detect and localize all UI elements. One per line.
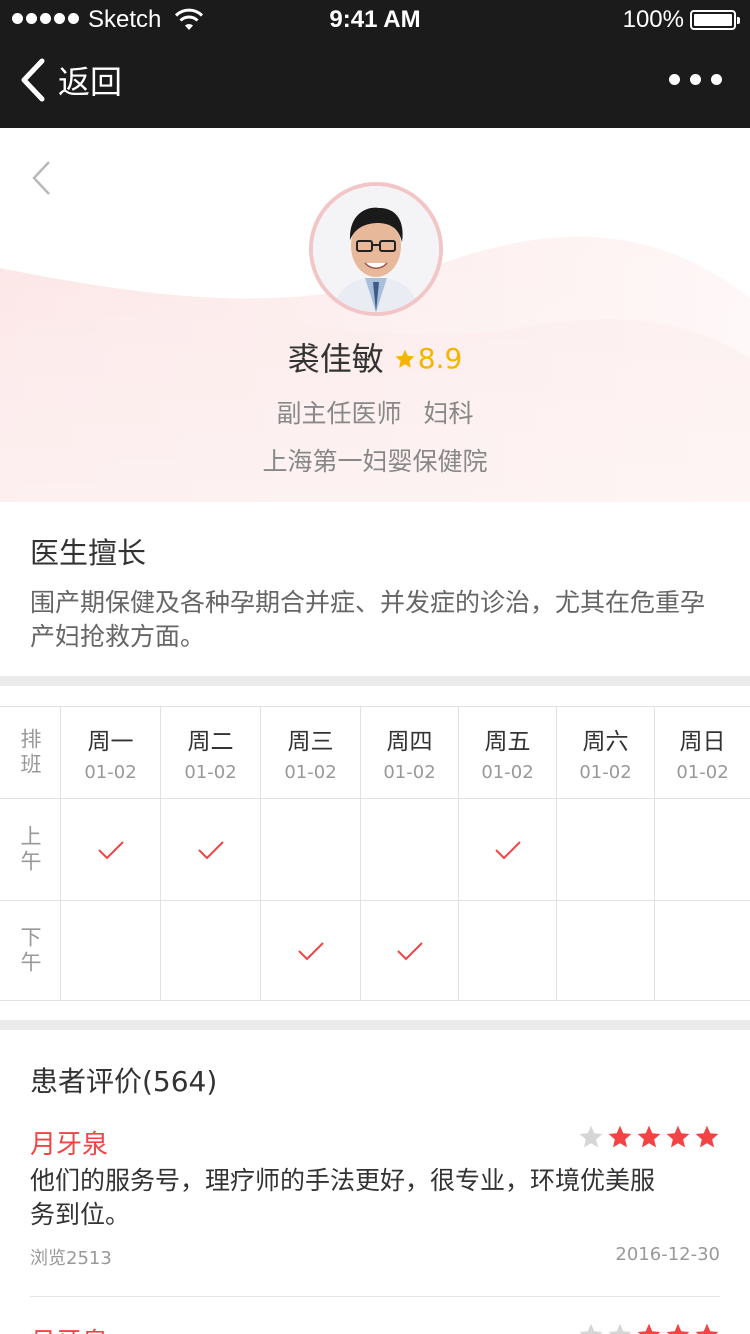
- schedule-slot[interactable]: [61, 799, 161, 901]
- star-filled-icon: [666, 1125, 690, 1148]
- review-date: 2016-12-30: [615, 1244, 720, 1265]
- doctor-avatar: [309, 182, 443, 316]
- schedule-slot: [557, 901, 655, 1001]
- review-item[interactable]: 月牙泉 他们的服务号，理疗师的手法更好，很专业，环境优美服务到位。 浏览2513…: [30, 1124, 720, 1284]
- star-filled-icon: [695, 1125, 719, 1148]
- status-bar: Sketch 9:41 AM 100%: [0, 0, 750, 40]
- schedule-row-label-text: 下午: [18, 925, 42, 976]
- day-name: 周六: [582, 729, 629, 755]
- schedule-day-5: 周五 01-02: [459, 707, 557, 799]
- schedule-slot: [361, 799, 459, 901]
- rating-star-icon: [395, 349, 415, 368]
- doctor-profile-header: 裘佳敏 8.9 副主任医师 妇科 上海第一妇婴保健院: [0, 128, 750, 502]
- day-date: 01-02: [84, 762, 137, 783]
- more-button[interactable]: [669, 74, 722, 85]
- day-name: 周二: [187, 729, 234, 755]
- header-back-chevron-icon[interactable]: [30, 160, 52, 196]
- schedule-row-label: 下午: [0, 901, 61, 1001]
- doctor-title-row: 副主任医师 妇科: [0, 394, 750, 430]
- star-filled-icon: [608, 1125, 632, 1148]
- schedule-slot: [655, 799, 750, 901]
- schedule-day-6: 周六 01-02: [557, 707, 655, 799]
- schedule-slot: [161, 901, 261, 1001]
- schedule-day-2: 周二 01-02: [161, 707, 261, 799]
- review-stars: [578, 1124, 720, 1150]
- reviews-heading: 患者评价(564): [30, 1065, 218, 1098]
- day-date: 01-02: [184, 762, 237, 783]
- schedule-day-4: 周四 01-02: [361, 707, 459, 799]
- chevron-left-icon: [21, 58, 45, 102]
- day-name: 周四: [386, 729, 433, 755]
- schedule-day-1: 周一 01-02: [61, 707, 161, 799]
- schedule-table: 排班 周一 01-02 周二 01-02 周三 01-02 周四 01-02 周五 01-02 周六 0…: [0, 706, 750, 1002]
- schedule-day-3: 周三 01-02: [261, 707, 361, 799]
- schedule-slot[interactable]: [361, 901, 459, 1001]
- star-empty-icon: [579, 1323, 603, 1334]
- doctor-title: 副主任医师: [276, 399, 402, 428]
- schedule-slot[interactable]: [261, 901, 361, 1001]
- doctor-name: 裘佳敏: [287, 340, 384, 378]
- battery-percent: 100%: [622, 6, 684, 33]
- day-date: 01-02: [579, 762, 632, 783]
- check-icon: [396, 941, 423, 960]
- schedule-slot[interactable]: [161, 799, 261, 901]
- star-filled-icon: [637, 1125, 661, 1148]
- more-dot-icon: [690, 74, 701, 85]
- more-dot-icon: [669, 74, 680, 85]
- check-icon: [197, 840, 224, 859]
- star-filled-icon: [695, 1323, 719, 1334]
- schedule-row-label-text: 上午: [18, 824, 42, 875]
- reviewer-name: 月牙泉: [30, 1322, 108, 1334]
- check-icon: [97, 840, 124, 859]
- more-dot-icon: [711, 74, 722, 85]
- schedule-day-7: 周日 01-02: [655, 707, 750, 799]
- section-divider: [0, 1020, 750, 1030]
- schedule-header-label: 排班: [0, 707, 61, 799]
- day-name: 周一: [87, 729, 134, 755]
- expertise-text: 围产期保健及各种孕期合并症、并发症的诊治，尤其在危重孕产妇抢救方面。: [30, 588, 706, 651]
- schedule-slot[interactable]: [459, 799, 557, 901]
- day-name: 周三: [287, 729, 334, 755]
- doctor-department: 妇科: [423, 399, 474, 428]
- section-divider: [0, 676, 750, 686]
- schedule-slot: [655, 901, 750, 1001]
- reviews-section: 患者评价(564) 月牙泉 他们的服务号，理疗师的手法更好，很专业，环境优美服务…: [0, 1030, 750, 1334]
- battery-icon: [690, 10, 740, 30]
- star-empty-icon: [608, 1323, 632, 1334]
- schedule-row-label-text: 排班: [18, 727, 42, 778]
- review-item[interactable]: 月牙泉: [30, 1322, 720, 1334]
- doctor-rating: 8.9: [417, 341, 463, 375]
- schedule-slot: [261, 799, 361, 901]
- doctor-portrait-icon: [313, 186, 439, 312]
- back-button[interactable]: 返回: [18, 58, 122, 102]
- doctor-hospital: 上海第一妇婴保健院: [262, 447, 488, 476]
- reviewer-name: 月牙泉: [30, 1130, 109, 1160]
- back-label: 返回: [58, 63, 123, 101]
- star-filled-icon: [666, 1323, 690, 1334]
- star-filled-icon: [637, 1323, 661, 1334]
- top-bar: Sketch 9:41 AM 100% 返回: [0, 0, 750, 128]
- doctor-name-row: 裘佳敏 8.9: [0, 334, 750, 380]
- schedule-slot: [557, 799, 655, 901]
- review-stars: [578, 1322, 720, 1334]
- schedule-slot: [61, 901, 161, 1001]
- day-name: 周日: [679, 729, 726, 755]
- check-icon: [297, 941, 324, 960]
- expertise-section: 医生擅长 围产期保健及各种孕期合并症、并发症的诊治，尤其在危重孕产妇抢救方面。: [0, 502, 750, 676]
- schedule-row-label: 上午: [0, 799, 61, 901]
- day-name: 周五: [484, 729, 531, 755]
- day-date: 01-02: [676, 762, 729, 783]
- review-views: 浏览2513: [30, 1248, 112, 1269]
- check-icon: [494, 840, 521, 859]
- expertise-heading: 医生擅长: [30, 536, 147, 570]
- star-empty-icon: [579, 1125, 603, 1148]
- schedule-slot: [459, 901, 557, 1001]
- review-divider: [30, 1296, 720, 1297]
- day-date: 01-02: [284, 762, 337, 783]
- review-text: 他们的服务号，理疗师的手法更好，很专业，环境优美服务到位。: [30, 1166, 656, 1229]
- day-date: 01-02: [383, 762, 436, 783]
- day-date: 01-02: [481, 762, 534, 783]
